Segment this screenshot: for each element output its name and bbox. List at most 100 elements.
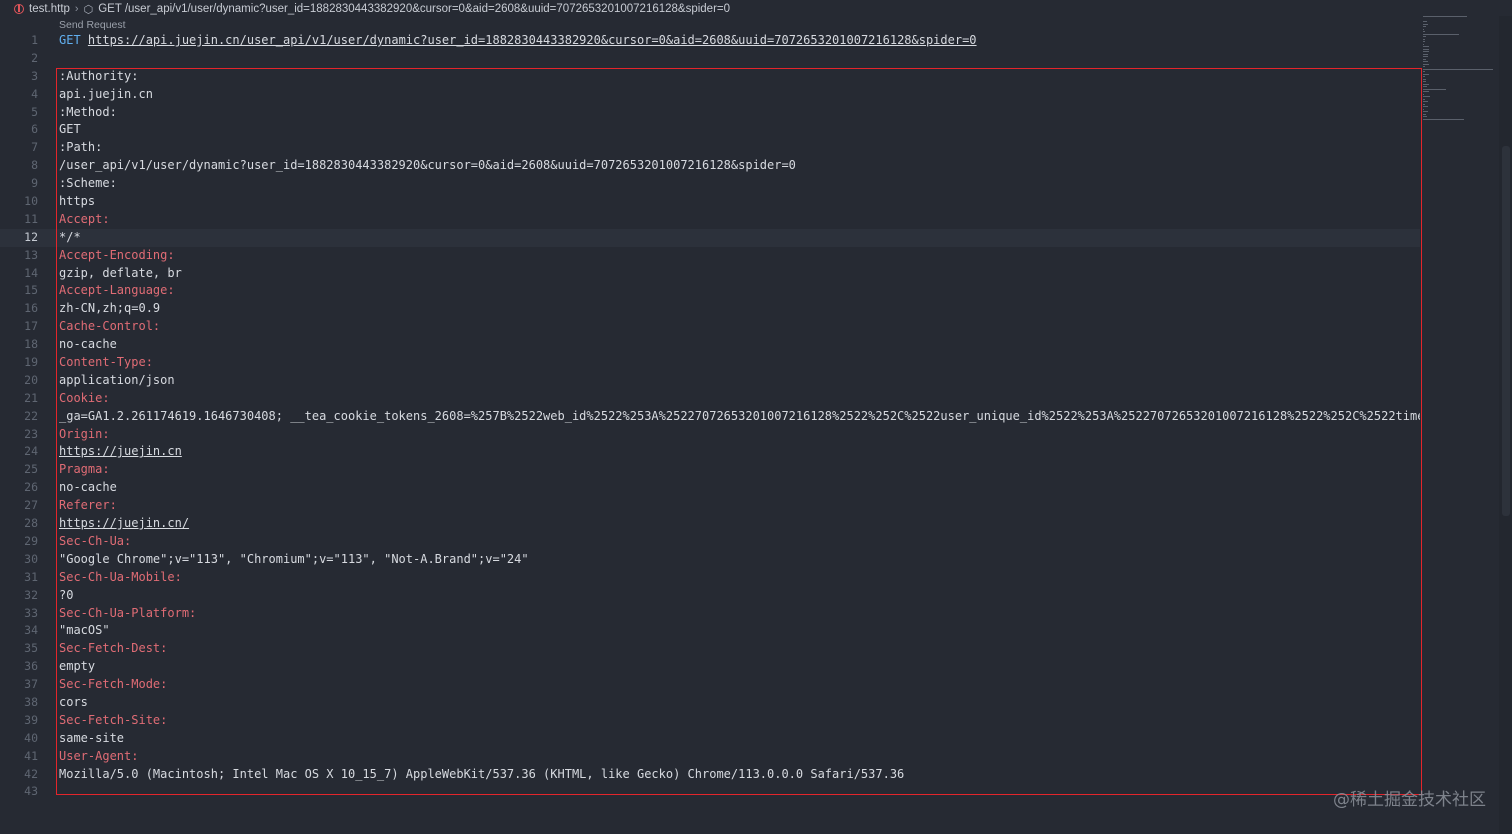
send-request-codelens[interactable]: Send Request bbox=[59, 19, 126, 31]
line-number: 42 bbox=[24, 766, 38, 781]
code-line[interactable]: 20 application/json bbox=[0, 372, 1420, 390]
minimap-line bbox=[1423, 116, 1427, 117]
code-line[interactable]: 40 same-site bbox=[0, 730, 1420, 748]
code-line[interactable]: 3:Authority: bbox=[0, 68, 1420, 86]
line-number: 28 bbox=[24, 516, 38, 531]
code-line[interactable]: 34 "macOS" bbox=[0, 622, 1420, 640]
header-value: same-site bbox=[59, 730, 125, 745]
code-line[interactable]: 38 cors bbox=[0, 694, 1420, 712]
code-line[interactable]: 21 Cookie: bbox=[0, 390, 1420, 408]
line-number: 40 bbox=[24, 730, 38, 745]
line-text: Sec-Fetch-Mode: bbox=[59, 676, 1420, 694]
code-line[interactable]: 23 Origin: bbox=[0, 426, 1420, 444]
code-line[interactable]: 7:Path: bbox=[0, 139, 1420, 157]
code-line[interactable]: 25 Pragma: bbox=[0, 461, 1420, 479]
scrollbar-thumb[interactable] bbox=[1502, 146, 1510, 516]
url-link[interactable]: https://juejin.cn bbox=[59, 444, 182, 458]
header-value: Mozilla/5.0 (Macintosh; Intel Mac OS X 1… bbox=[59, 766, 905, 781]
code-line[interactable]: 30 "Google Chrome";v="113", "Chromium";v=… bbox=[0, 551, 1420, 569]
code-line[interactable]: 33 Sec-Ch-Ua-Platform: bbox=[0, 605, 1420, 623]
url-link[interactable]: https://juejin.cn/ bbox=[59, 516, 189, 530]
code-line[interactable]: 43 bbox=[0, 783, 1420, 801]
url-link[interactable]: https://api.juejin.cn/user_api/v1/user/d… bbox=[88, 33, 977, 47]
code-line[interactable]: 10 https bbox=[0, 193, 1420, 211]
code-editor[interactable]: 1 GET https://api.juejin.cn/user_api/v1/u… bbox=[0, 32, 1420, 801]
breadcrumb-request[interactable]: GET /user_api/v1/user/dynamic?user_id=18… bbox=[98, 3, 730, 15]
line-text: */* bbox=[59, 229, 1420, 247]
minimap-line bbox=[1423, 41, 1426, 42]
code-line[interactable]: 12 */* bbox=[0, 228, 1420, 247]
header-value: ?0 bbox=[59, 587, 74, 602]
header-value: /user_api/v1/user/dynamic?user_id=188283… bbox=[59, 158, 796, 173]
header-value: :Authority: bbox=[59, 68, 139, 83]
code-line[interactable]: 39 Sec-Fetch-Site: bbox=[0, 712, 1420, 730]
line-text: GET https://api.juejin.cn/user_api/v1/us… bbox=[59, 32, 1420, 50]
line-number: 12 bbox=[24, 229, 38, 244]
line-number: 1 bbox=[31, 33, 38, 47]
header-key: Origin: bbox=[59, 426, 110, 441]
code-line[interactable]: 6 GET bbox=[0, 121, 1420, 139]
minimap-line bbox=[1423, 16, 1468, 17]
minimap-line bbox=[1423, 31, 1426, 32]
minimap-line bbox=[1423, 93, 1424, 95]
line-text: Cache-Control: bbox=[59, 318, 1420, 336]
minimap-line bbox=[1423, 113, 1427, 115]
code-line[interactable]: 26 no-cache bbox=[0, 479, 1420, 497]
code-line[interactable]: 42 Mozilla/5.0 (Macintosh; Intel Mac OS X… bbox=[0, 766, 1420, 784]
code-line[interactable]: 35 Sec-Fetch-Dest: bbox=[0, 640, 1420, 658]
header-value: "Google Chrome";v="113", "Chromium";v="1… bbox=[59, 551, 529, 566]
code-line[interactable]: 4 api.juejin.cn bbox=[0, 86, 1420, 104]
line-text: :Method: bbox=[59, 104, 1420, 122]
code-line[interactable]: 15 Accept-Language: bbox=[0, 282, 1420, 300]
code-line[interactable]: 17 Cache-Control: bbox=[0, 318, 1420, 336]
code-line[interactable]: 19 Content-Type: bbox=[0, 354, 1420, 372]
breadcrumb-file[interactable]: test.http bbox=[29, 3, 70, 15]
minimap-line bbox=[1423, 53, 1428, 55]
code-line[interactable]: 32 ?0 bbox=[0, 587, 1420, 605]
code-line[interactable]: 9:Scheme: bbox=[0, 175, 1420, 193]
code-line[interactable]: 8/user_api/v1/user/dynamic?user_id=18828… bbox=[0, 157, 1420, 175]
minimap-line bbox=[1423, 101, 1429, 102]
line-number: 34 bbox=[24, 623, 38, 638]
header-key: Sec-Ch-Ua-Mobile: bbox=[59, 569, 182, 584]
line-number: 29 bbox=[24, 533, 38, 548]
code-line[interactable]: 14 gzip, deflate, br bbox=[0, 265, 1420, 283]
code-line[interactable]: 1 GET https://api.juejin.cn/user_api/v1/u… bbox=[0, 32, 1420, 50]
minimap-line bbox=[1423, 83, 1430, 85]
header-key: Sec-Ch-Ua: bbox=[59, 533, 132, 548]
code-line[interactable]: 11 Accept: bbox=[0, 211, 1420, 229]
line-number: 35 bbox=[24, 641, 38, 656]
header-key: User-Agent: bbox=[59, 748, 139, 763]
line-text: gzip, deflate, br bbox=[59, 265, 1420, 283]
code-line[interactable]: 18 no-cache bbox=[0, 336, 1420, 354]
code-line[interactable]: 28 https://juejin.cn/ bbox=[0, 515, 1420, 533]
code-line[interactable]: 2 bbox=[0, 50, 1420, 68]
minimap-line bbox=[1423, 118, 1464, 120]
minimap-line bbox=[1423, 78, 1426, 80]
code-line[interactable]: 13 Accept-Encoding: bbox=[0, 247, 1420, 265]
line-number: 18 bbox=[24, 337, 38, 352]
code-line[interactable]: 27 Referer: bbox=[0, 497, 1420, 515]
header-value: "macOS" bbox=[59, 623, 110, 638]
code-line[interactable]: 22 _ga=GA1.2.261174619.1646730408; __tea_… bbox=[0, 408, 1420, 426]
line-text: User-Agent: bbox=[59, 748, 1420, 766]
http-file-icon bbox=[14, 4, 24, 14]
code-line[interactable]: 36 empty bbox=[0, 658, 1420, 676]
header-key: Sec-Fetch-Mode: bbox=[59, 677, 168, 692]
line-number: 31 bbox=[24, 569, 38, 584]
code-line[interactable]: 24 https://juejin.cn bbox=[0, 443, 1420, 461]
vertical-scrollbar[interactable] bbox=[1499, 16, 1512, 834]
line-number: 19 bbox=[24, 355, 38, 370]
line-text: ?0 bbox=[59, 587, 1420, 605]
line-number: 8 bbox=[31, 158, 38, 173]
code-line[interactable]: 31 Sec-Ch-Ua-Mobile: bbox=[0, 569, 1420, 587]
code-line[interactable]: 37 Sec-Fetch-Mode: bbox=[0, 676, 1420, 694]
minimap[interactable] bbox=[1423, 16, 1499, 120]
code-line[interactable]: 5:Method: bbox=[0, 104, 1420, 122]
line-number: 15 bbox=[24, 283, 38, 298]
header-value: zh-CN,zh;q=0.9 bbox=[59, 301, 161, 316]
code-line[interactable]: 41 User-Agent: bbox=[0, 748, 1420, 766]
line-text: :Path: bbox=[59, 139, 1420, 157]
code-line[interactable]: 29 Sec-Ch-Ua: bbox=[0, 533, 1420, 551]
code-line[interactable]: 16 zh-CN,zh;q=0.9 bbox=[0, 300, 1420, 318]
